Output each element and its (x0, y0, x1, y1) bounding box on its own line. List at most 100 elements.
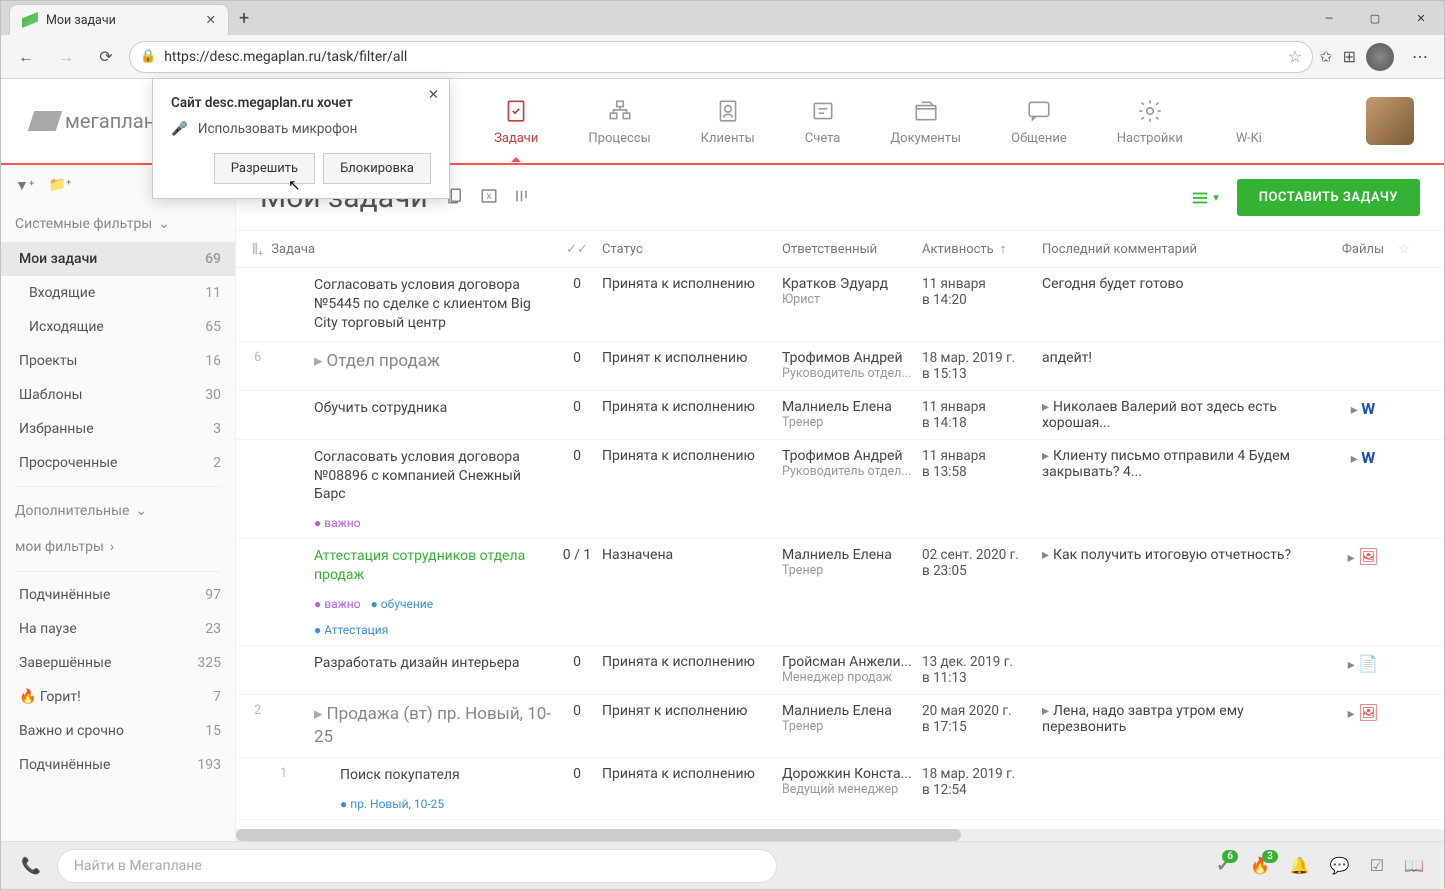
checklist-count: 0 (552, 703, 602, 719)
nav-item-clients[interactable]: Клиенты (701, 97, 755, 146)
browser-tab[interactable]: Мои задачи ✕ (9, 4, 229, 35)
task-row[interactable]: Разработать дизайн интерьера 0 Принята к… (236, 646, 1444, 695)
sidebar-section-extra[interactable]: Дополнительные ⌄ (1, 493, 235, 529)
tasks-notification-icon[interactable]: ✔6 (1217, 856, 1230, 875)
col-task[interactable]: Задача (271, 242, 315, 257)
nav-item-chat[interactable]: Общение (1011, 97, 1067, 146)
task-row[interactable]: Обучить сотрудника 0 Принята к исполнени… (236, 391, 1444, 440)
expand-icon[interactable]: ▸ (1348, 706, 1355, 722)
global-search-input[interactable]: Найти в Мегаплане (57, 849, 777, 883)
columns-icon[interactable] (514, 187, 532, 209)
permission-dialog: ✕ Сайт desc.megaplan.ru хочет 🎤 Использо… (152, 78, 450, 199)
reload-button[interactable]: ⟳ (89, 40, 123, 74)
word-file-icon[interactable]: W (1361, 399, 1375, 418)
col-files[interactable]: Файлы (1328, 242, 1398, 257)
book-icon[interactable]: 📖 (1404, 856, 1424, 875)
sidebar-item[interactable]: Мои задачи69 (1, 242, 235, 276)
close-tab-icon[interactable]: ✕ (206, 12, 216, 28)
phone-icon[interactable]: 📞 (21, 856, 41, 875)
nav-item-processes[interactable]: Процессы (588, 97, 650, 146)
favorites-icon[interactable]: ✩ (1319, 47, 1332, 66)
nav-item-wiki[interactable]: W-Ki (1233, 97, 1265, 146)
tag[interactable]: ● важно (314, 516, 361, 530)
sidebar-section-myfilters[interactable]: мои фильтры › (1, 529, 235, 565)
image-file-icon[interactable]: 🖼 (1358, 547, 1378, 566)
task-row[interactable]: Размещение и продвижение объявления ● пр… (236, 820, 1444, 829)
expand-icon[interactable]: ▸ (1348, 550, 1355, 566)
tree-count: 6 (254, 350, 261, 365)
columns-settings-icon[interactable]: ⫼₊ (252, 242, 263, 257)
sidebar-item[interactable]: Избранные3 (1, 412, 235, 446)
back-button[interactable]: ← (9, 40, 43, 74)
tag[interactable]: ● пр. Новый, 10-25 (340, 797, 444, 811)
user-avatar[interactable] (1366, 97, 1414, 145)
task-row[interactable]: Согласовать условия договора №08896 с ко… (236, 440, 1444, 540)
block-button[interactable]: Блокировка (323, 153, 431, 184)
sidebar-section-system[interactable]: Системные фильтры ⌄ (1, 206, 235, 242)
document-file-icon[interactable]: 📄 (1358, 654, 1378, 673)
folder-add-icon[interactable]: 📁⁺ (49, 177, 72, 194)
sidebar-item[interactable]: 🔥 Горит!7 (1, 680, 235, 714)
tag[interactable]: ● важно (314, 597, 361, 611)
fire-notification-icon[interactable]: 🔥3 (1250, 856, 1270, 875)
last-comment: Николаев Валерий вот здесь есть хорошая.… (1042, 399, 1277, 431)
sidebar-item[interactable]: Исходящие65 (1, 310, 235, 344)
sidebar-item[interactable]: Проекты16 (1, 344, 235, 378)
profile-avatar[interactable] (1366, 43, 1394, 71)
address-input[interactable]: 🔒 https://desc.megaplan.ru/task/filter/a… (129, 41, 1313, 73)
sidebar-item[interactable]: Подчинённые193 (1, 748, 235, 782)
responsible-role: Руководитель отдел... (782, 464, 912, 479)
expand-icon[interactable]: ▸ (1351, 451, 1358, 467)
star-icon[interactable]: ☆ (1288, 47, 1302, 66)
task-row[interactable]: Согласовать условия договора №5445 по сд… (236, 268, 1444, 342)
collections-icon[interactable]: ⊞ (1343, 47, 1356, 66)
dialog-close-button[interactable]: ✕ (428, 87, 439, 103)
bell-icon[interactable]: 🔔 (1290, 856, 1310, 875)
col-responsible[interactable]: Ответственный (782, 242, 922, 257)
image-file-icon[interactable]: 🖼 (1358, 703, 1378, 722)
nav-item-tasks[interactable]: Задачи (494, 97, 538, 146)
create-task-button[interactable]: ПОСТАВИТЬ ЗАДАЧУ (1237, 179, 1420, 216)
list-mode-toggle[interactable]: ▾ (1191, 191, 1219, 205)
task-row[interactable]: Аттестация сотрудников отдела продаж ● в… (236, 539, 1444, 646)
sidebar-item[interactable]: На паузе23 (1, 612, 235, 646)
sidebar-item[interactable]: Входящие11 (1, 276, 235, 310)
sidebar-item[interactable]: Важно и срочно15 (1, 714, 235, 748)
caret-icon[interactable]: ▸ (314, 351, 323, 371)
sidebar: ▼⁺ 📁⁺ Системные фильтры ⌄ Мои задачи69Вх… (1, 165, 236, 841)
more-menu-button[interactable]: ⋯ (1404, 47, 1436, 66)
tag[interactable]: ● Аттестация (314, 623, 388, 637)
nav-item-invoices[interactable]: Счета (805, 97, 841, 146)
expand-icon[interactable]: ▸ (1351, 402, 1358, 418)
sidebar-item[interactable]: Шаблоны30 (1, 378, 235, 412)
word-file-icon[interactable]: W (1361, 448, 1375, 467)
maximize-button[interactable]: ▢ (1352, 1, 1398, 35)
col-activity[interactable]: Активность (922, 242, 994, 257)
star-column-icon[interactable]: ☆ (1398, 242, 1428, 257)
close-window-button[interactable]: ✕ (1398, 1, 1444, 35)
expand-icon[interactable]: ▸ (1348, 657, 1355, 673)
sidebar-item[interactable]: Завершённые325 (1, 646, 235, 680)
horizontal-scrollbar[interactable] (236, 829, 1444, 841)
tag[interactable]: ● обучение (371, 597, 433, 611)
chat-icon[interactable]: 💬 (1330, 856, 1350, 875)
sidebar-item[interactable]: Подчинённые97 (1, 578, 235, 612)
sidebar-item[interactable]: Просроченные2 (1, 446, 235, 480)
checklist-icon[interactable]: ✓✓ (566, 242, 588, 257)
task-row[interactable]: 2 ▸Продажа (вт) пр. Новый, 10-25 0 Приня… (236, 695, 1444, 758)
forward-button[interactable]: → (49, 40, 83, 74)
task-row[interactable]: 6 ▸Отдел продаж 0 Принят к исполнению Тр… (236, 342, 1444, 391)
checkbox-icon[interactable]: ☑ (1370, 856, 1384, 875)
nav-item-documents[interactable]: Документы (890, 97, 961, 146)
new-tab-button[interactable]: + (229, 2, 259, 35)
excel-icon[interactable]: X (480, 187, 498, 209)
task-row[interactable]: 1 Поиск покупателя ● пр. Новый, 10-25 0 … (236, 758, 1444, 820)
nav-item-settings[interactable]: Настройки (1117, 97, 1183, 146)
sort-asc-icon[interactable]: ↑ (1000, 241, 1007, 257)
caret-icon[interactable]: ▸ (314, 704, 323, 724)
minimize-button[interactable]: — (1306, 1, 1352, 35)
task-name: Аттестация сотрудников отдела продаж (314, 547, 552, 585)
filter-icon[interactable]: ▼⁺ (15, 177, 35, 194)
col-comment[interactable]: Последний комментарий (1042, 242, 1328, 257)
col-status[interactable]: Статус (602, 242, 782, 257)
